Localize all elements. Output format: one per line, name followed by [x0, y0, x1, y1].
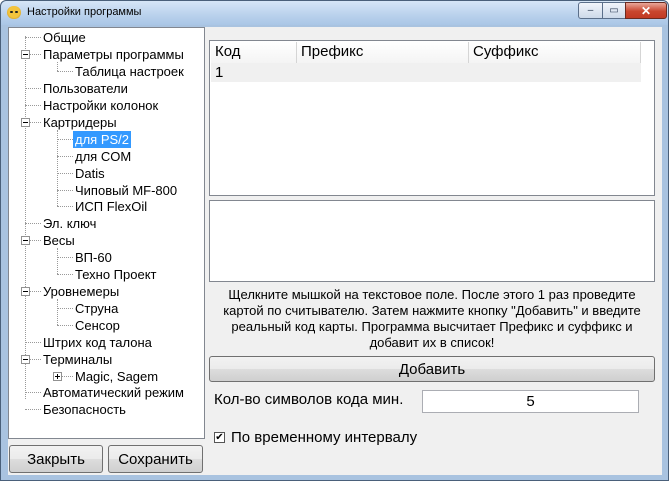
maximize-button[interactable]: ▭: [602, 2, 626, 19]
save-button[interactable]: Сохранить: [108, 445, 203, 473]
column-header-code[interactable]: Код: [211, 42, 297, 63]
tree-item-general[interactable]: Общие: [43, 29, 86, 46]
column-header-suffix[interactable]: Суффикс: [469, 42, 641, 63]
table-row[interactable]: 1: [211, 63, 641, 82]
expand-icon[interactable]: [53, 372, 62, 381]
min-code-length-label: Кол-во символов кода мин.: [214, 391, 404, 408]
window-title: Настройки программы: [27, 6, 142, 18]
title-bar[interactable]: Настройки программы – ▭ ✕: [1, 1, 668, 25]
grid-header: Код Префикс Суффикс: [211, 42, 641, 64]
codes-grid[interactable]: Код Префикс Суффикс 1: [209, 40, 655, 196]
app-icon: [7, 6, 21, 19]
tree-item-com[interactable]: для COM: [75, 148, 131, 165]
collapse-icon[interactable]: [21, 236, 30, 245]
tree-item-ps2[interactable]: для PS/2: [73, 131, 132, 148]
collapse-icon[interactable]: [21, 118, 30, 127]
tree-item-level-gauges[interactable]: Уровнемеры: [43, 283, 119, 300]
tree-item-column-settings[interactable]: Настройки колонок: [43, 97, 158, 114]
close-button[interactable]: Закрыть: [9, 445, 103, 473]
tree-item-users[interactable]: Пользователи: [43, 80, 128, 97]
settings-tree[interactable]: Общие Параметры программы Таблица настро…: [8, 27, 205, 439]
close-window-button[interactable]: ✕: [625, 2, 667, 19]
tree-item-chip-mf800[interactable]: Чиповый MF-800: [75, 182, 177, 199]
client-area: Общие Параметры программы Таблица настро…: [8, 27, 662, 475]
card-input-memo[interactable]: [209, 200, 655, 282]
min-code-length-input[interactable]: 5: [422, 390, 639, 413]
tree-item-security[interactable]: Безопасность: [43, 401, 126, 418]
tree-item-vp60[interactable]: ВП-60: [75, 249, 112, 266]
collapse-icon[interactable]: [21, 355, 30, 364]
tree-item-ticket-barcode[interactable]: Штрих код талона: [43, 334, 152, 351]
tree-item-isp-flexoil[interactable]: ИСП FlexOil: [75, 198, 147, 215]
tree-item-settings-table[interactable]: Таблица настроек: [75, 63, 184, 80]
settings-window: Настройки программы – ▭ ✕ Общие Параметр…: [0, 0, 669, 481]
minimize-button[interactable]: –: [578, 2, 603, 19]
table-cell-code: 1: [215, 64, 224, 81]
add-button[interactable]: Добавить: [209, 356, 655, 382]
tree-item-struna[interactable]: Струна: [75, 300, 118, 317]
tree-item-program-parameters[interactable]: Параметры программы: [43, 46, 184, 63]
tree-item-sensor[interactable]: Сенсор: [75, 317, 120, 334]
column-header-prefix[interactable]: Префикс: [297, 42, 469, 63]
tree-item-e-key[interactable]: Эл. ключ: [43, 215, 96, 232]
time-interval-checkbox[interactable]: ✔: [214, 432, 225, 443]
tree-item-card-readers[interactable]: Картридеры: [43, 114, 117, 131]
instruction-text: Щелкните мышкой на текстовое поле. После…: [223, 287, 641, 350]
tree-item-scales[interactable]: Весы: [43, 232, 75, 249]
tree-item-magic-sagem[interactable]: Magic, Sagem: [75, 368, 158, 385]
collapse-icon[interactable]: [21, 50, 30, 59]
tree-item-datis[interactable]: Datis: [75, 165, 105, 182]
tree-item-terminals[interactable]: Терминалы: [43, 351, 112, 368]
time-interval-label[interactable]: По временному интервалу: [231, 429, 417, 446]
tree-item-tekhno-proekt[interactable]: Техно Проект: [75, 266, 157, 283]
tree-item-auto-mode[interactable]: Автоматический режим: [43, 384, 184, 401]
collapse-icon[interactable]: [21, 287, 30, 296]
